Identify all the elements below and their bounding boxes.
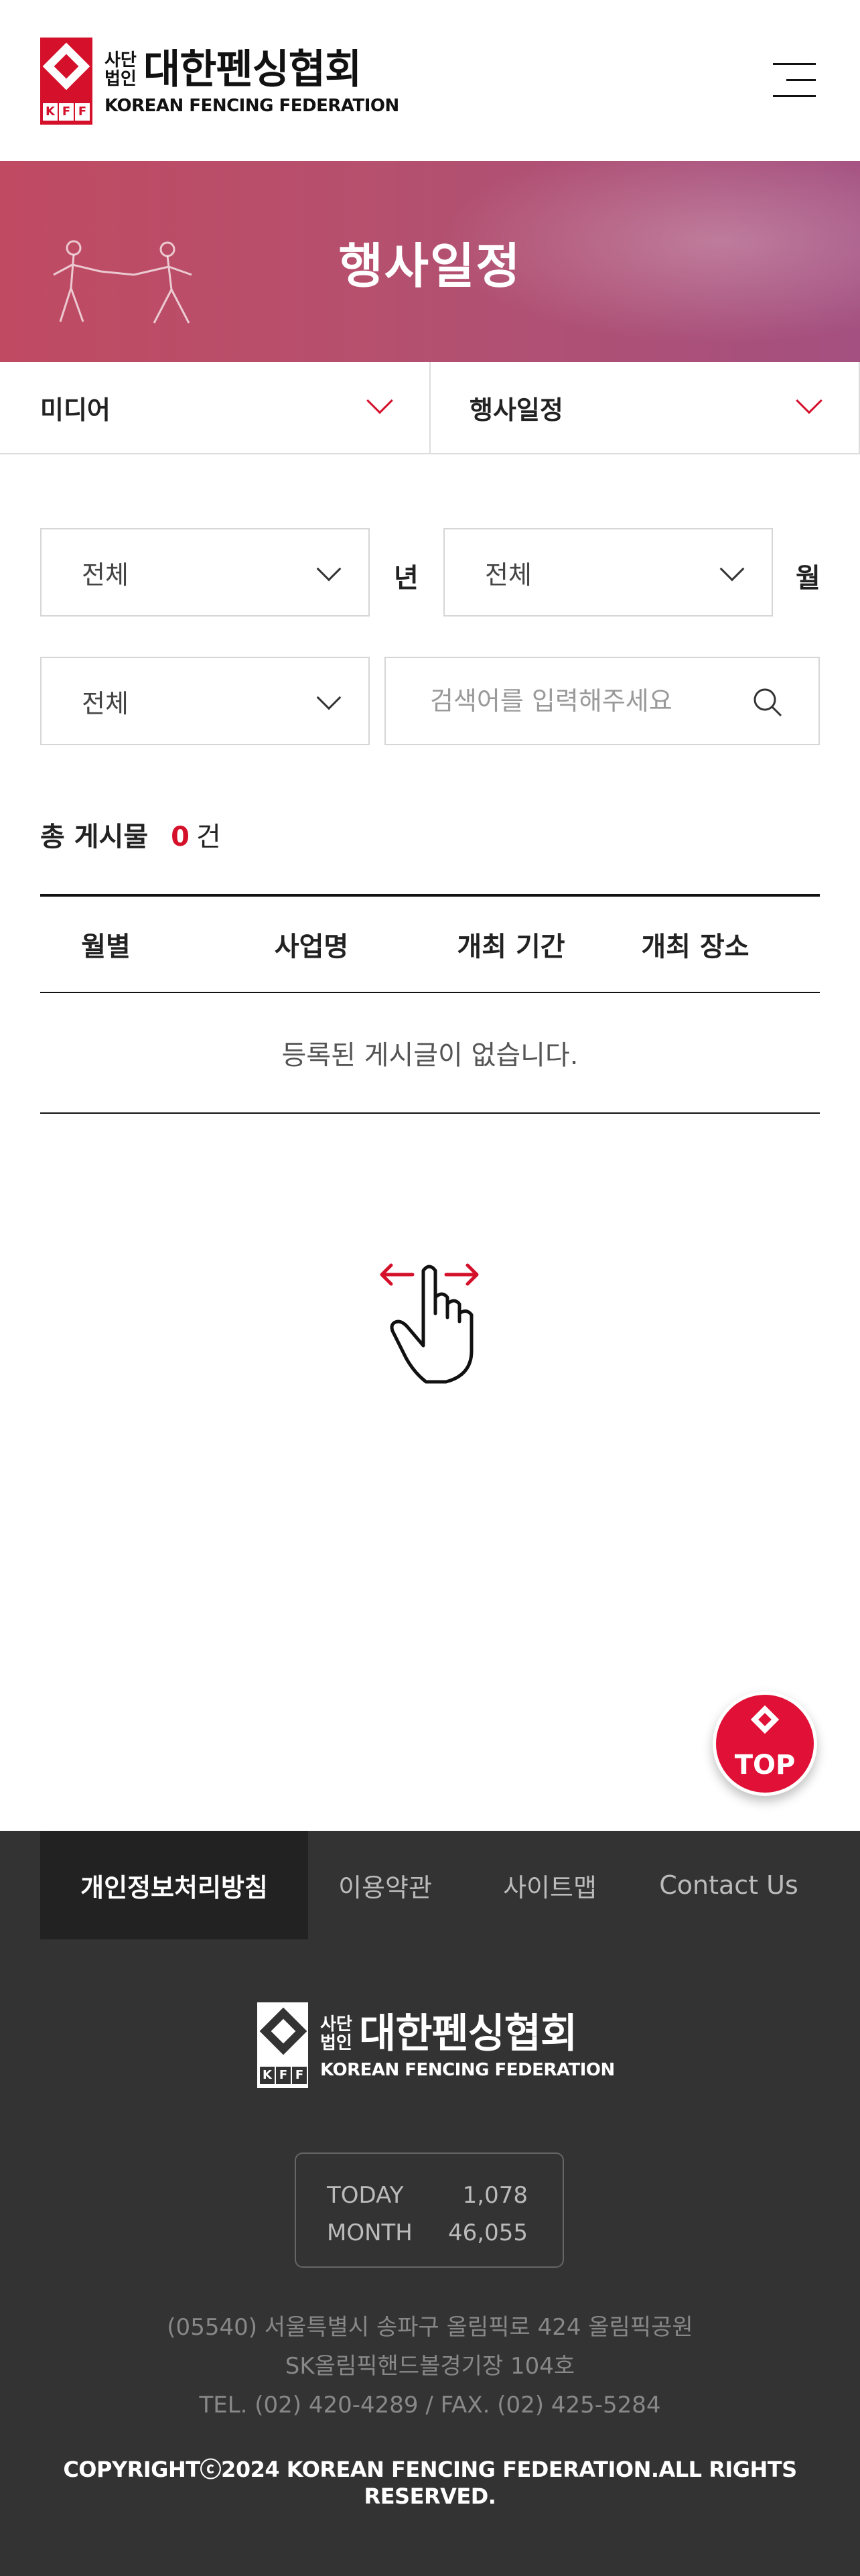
category-select[interactable]: 전체 [40, 657, 370, 745]
year-unit-label: 년 [394, 563, 419, 594]
year-select-value: 전체 [82, 560, 129, 590]
column-header-event: 사업명 [274, 931, 349, 962]
logo-english-name: KOREAN FENCING FEDERATION [104, 96, 399, 116]
month-select-value: 전체 [485, 560, 532, 590]
month-label: MONTH [327, 2219, 413, 2246]
month-select[interactable]: 전체 [443, 528, 773, 617]
footer-link-privacy[interactable]: 개인정보처리방침 [40, 1831, 308, 1939]
page-banner: 행사일정 [0, 161, 860, 362]
year-select[interactable]: 전체 [40, 528, 370, 617]
depth1-dropdown[interactable]: 미디어 [0, 362, 429, 453]
scroll-top-label: TOP [734, 1750, 796, 1781]
month-unit-label: 월 [796, 563, 820, 594]
depth2-dropdown-label: 행사일정 [470, 395, 563, 425]
visitor-counter: TODAY 1,078 MONTH 46,055 [295, 2152, 564, 2268]
address-line: SK올림픽핸드볼경기장 104호 [285, 2353, 575, 2380]
chevron-down-icon [316, 556, 342, 582]
depth2-dropdown[interactable]: 행사일정 [429, 362, 860, 453]
site-header: KFF 사단 법인 대한펜싱협회 KOREAN FENCING FEDERATIO… [0, 0, 860, 161]
month-value: 46,055 [448, 2219, 528, 2246]
scroll-top-button[interactable]: TOP [713, 1691, 817, 1796]
hamburger-menu-icon[interactable] [773, 59, 816, 102]
column-header-month: 월별 [81, 931, 131, 962]
search-input[interactable] [430, 686, 725, 716]
footer-links: 개인정보처리방침 이용약관 사이트맵 Contact Us [40, 1831, 820, 1939]
kff-emblem-icon: KFF [257, 2002, 308, 2088]
site-logo[interactable]: KFF 사단 법인 대한펜싱협회 KOREAN FENCING FEDERATIO… [40, 38, 399, 125]
page-title: 행사일정 [338, 237, 522, 294]
footer-link-terms[interactable]: 이용약관 [308, 1831, 462, 1939]
event-table: 월별 사업명 개최 기간 개최 장소 등록된 게시글이 없습니다. [40, 894, 820, 1114]
chevron-down-icon [366, 387, 393, 414]
column-header-venue: 개최 장소 [641, 931, 749, 962]
today-label: TODAY [327, 2182, 404, 2209]
logo-name: 대한펜싱협회 [143, 46, 362, 93]
depth1-dropdown-label: 미디어 [40, 395, 111, 425]
swipe-hand-icon [380, 1263, 479, 1384]
footer-logo[interactable]: KFF 사단 법인 대한펜싱협회 KOREAN FENCING FEDERATIO… [257, 2002, 615, 2088]
column-header-period: 개최 기간 [457, 931, 565, 962]
search-box [384, 657, 820, 745]
total-posts-label: 총 게시물 [40, 822, 149, 852]
total-posts: 총 게시물 0 건 [40, 815, 221, 854]
footer-logo-name: 대한펜싱협회 [359, 2010, 577, 2057]
site-footer: 개인정보처리방침 이용약관 사이트맵 Contact Us KFF 사단 법인 대… [0, 1831, 860, 2576]
footer-link-sitemap[interactable]: 사이트맵 [462, 1831, 638, 1939]
total-posts-unit: 건 [196, 822, 221, 852]
total-posts-count: 0 [171, 822, 190, 852]
contact-line: TEL. (02) 420-4289 / FAX. (02) 425-5284 [199, 2392, 661, 2419]
footer-logo-english-name: KOREAN FENCING FEDERATION [320, 2060, 615, 2080]
address-line: (05540) 서울특별시 송파구 올림픽로 424 올림픽공원 [167, 2314, 693, 2341]
footer-address: (05540) 서울특별시 송파구 올림픽로 424 올림픽공원 SK올림픽핸드… [0, 2308, 860, 2425]
footer-link-contact[interactable]: Contact Us [638, 1831, 820, 1939]
chevron-down-icon [796, 387, 822, 414]
kff-emblem-icon: KFF [40, 38, 92, 125]
empty-message: 등록된 게시글이 없습니다. [40, 993, 820, 1114]
sub-navigation: 미디어 행사일정 [0, 362, 860, 454]
category-select-value: 전체 [82, 688, 129, 718]
logo-corp-label: 사단 법인 [104, 50, 137, 89]
chevron-down-icon [719, 556, 745, 582]
chevron-down-icon [316, 685, 342, 710]
footer-logo-corp-label: 사단 법인 [320, 2014, 352, 2053]
search-icon[interactable] [751, 686, 784, 718]
copyright: COPYRIGHTⓒ2024 KOREAN FENCING FEDERATION… [63, 2457, 797, 2509]
today-value: 1,078 [462, 2182, 528, 2209]
table-header: 월별 사업명 개최 기간 개최 장소 [40, 894, 820, 993]
